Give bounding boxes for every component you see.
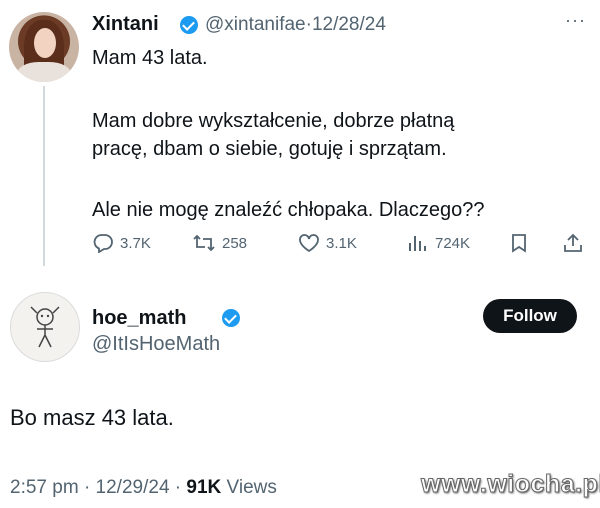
share-icon (564, 233, 582, 252)
reply-author-handle[interactable]: @ItIsHoeMath (92, 333, 220, 356)
like-icon (299, 234, 319, 253)
views-icon (409, 236, 426, 251)
reply-meta: 2:57 pm · 12/29/24 · 91K Views (10, 477, 277, 499)
more-icon[interactable]: ··· (565, 10, 586, 31)
tweet-line: Mam dobre wykształcenie, dobrze płatną (92, 110, 455, 132)
retweet-button[interactable]: 258 (192, 233, 247, 253)
views-count: 91K (186, 477, 222, 498)
reply-icon (93, 234, 113, 253)
author-name[interactable]: Xintani (92, 13, 159, 36)
retweet-icon (193, 234, 215, 252)
avatar-hoe-math[interactable] (10, 292, 80, 362)
reply-button[interactable]: 3.7K (92, 233, 151, 253)
reply-text: Bo masz 43 lata. (10, 405, 174, 430)
bookmark-icon (512, 234, 526, 253)
views-count: 724K (435, 234, 471, 252)
like-count: 3.1K (326, 234, 357, 252)
tweet-date[interactable]: 12/28/24 (312, 14, 386, 35)
separator: · (174, 477, 182, 498)
watermark: www.wiocha.pl (421, 470, 600, 499)
verified-badge-icon (180, 16, 198, 34)
views-button[interactable]: 724K (407, 233, 470, 253)
views-label: Views (226, 477, 277, 498)
like-button[interactable]: 3.1K (298, 233, 357, 253)
tweet-line: pracę, dbam o siebie, gotuję i sprzątam. (92, 138, 447, 160)
avatar-xintani[interactable] (9, 12, 79, 82)
bookmark-button[interactable] (510, 233, 528, 253)
tweet-line: Mam 43 lata. (92, 47, 208, 69)
reply-author-name[interactable]: hoe_math (92, 307, 186, 330)
follow-button[interactable]: Follow (483, 299, 577, 333)
reply-count: 3.7K (120, 234, 151, 252)
separator: · (83, 477, 91, 498)
reply-time[interactable]: 2:57 pm (10, 477, 79, 498)
reply-date[interactable]: 12/29/24 (96, 477, 170, 498)
verified-badge-icon (222, 309, 241, 327)
author-handle[interactable]: @xintanifae (205, 14, 306, 35)
share-button[interactable] (563, 233, 583, 253)
author-handle-date: @xintanifae·12/28/24 (205, 14, 386, 36)
stick-figure-drawing (30, 306, 60, 348)
thread-line (43, 86, 45, 266)
tweet-line: Ale nie mogę znaleźć chłopaka. Dlaczego?… (92, 199, 485, 221)
retweet-count: 258 (222, 234, 248, 252)
